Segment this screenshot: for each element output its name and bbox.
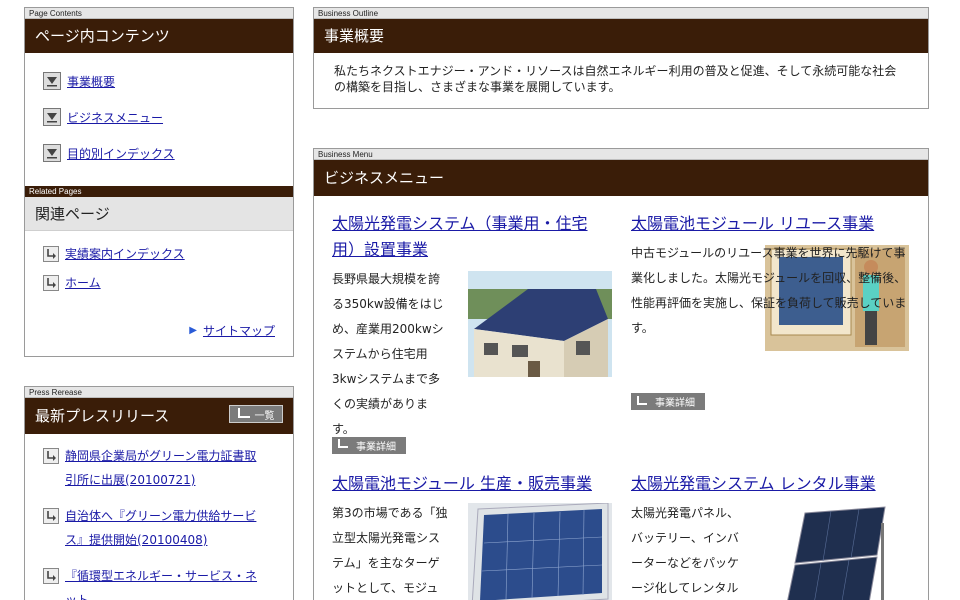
press-link[interactable]: 『循環型エネルギー・サービス・ネット bbox=[65, 564, 265, 600]
menu-item: 太陽電池モジュール 生産・販売事業 第3の市場である「独立型太陽光発電システム」… bbox=[332, 471, 612, 600]
return-arrow-icon bbox=[43, 448, 59, 464]
link-home[interactable]: ホーム bbox=[65, 274, 101, 291]
return-arrow-icon bbox=[43, 245, 59, 262]
press-item: 静岡県企業局がグリーン電力証書取引所に出展(20100721) bbox=[43, 444, 293, 492]
press-link[interactable]: 自治体へ『グリーン電力供給サービス』提供開始(20100408) bbox=[65, 504, 265, 552]
page-contents-list: 事業概要 ビジネスメニュー 目的別インデックス bbox=[25, 53, 293, 171]
module-production-photo bbox=[468, 503, 612, 600]
detail-button-label: 事業詳細 bbox=[655, 398, 695, 409]
page-contents-item: 目的別インデックス bbox=[43, 135, 293, 171]
sitemap-link-row: ▶ サイトマップ bbox=[189, 322, 275, 339]
menu-item-title[interactable]: 太陽電池モジュール リユース事業 bbox=[631, 211, 915, 237]
page-contents-tag: Page Contents bbox=[25, 8, 293, 19]
link-sitemap[interactable]: サイトマップ bbox=[203, 322, 275, 339]
press-box: Press Rerease 最新プレスリリース 一覧 静岡県企業局がグリーン電力… bbox=[24, 386, 294, 600]
rental-solar-photo bbox=[765, 503, 909, 600]
page-contents-item: ビジネスメニュー bbox=[43, 99, 293, 135]
press-list-button[interactable]: 一覧 bbox=[229, 405, 283, 423]
related-list: 実績案内インデックス ホーム bbox=[25, 231, 293, 297]
press-item: 自治体へ『グリーン電力供給サービス』提供開始(20100408) bbox=[43, 504, 293, 552]
arrow-down-icon bbox=[43, 72, 61, 90]
menu-item-content: 太陽光発電パネル、バッテリー、インバーターなどをパッケージ化してレンタルしてい bbox=[631, 501, 915, 600]
related-item: ホーム bbox=[43, 268, 293, 297]
return-arrow-icon bbox=[43, 274, 59, 291]
menu-item: 太陽光発電システム（事業用・住宅用）設置事業 長野県最大規模を誇る350kw設備… bbox=[332, 211, 612, 454]
menu-item-body: 第3の市場である「独立型太陽光発電システム」を主なターゲットとして、モジュールや bbox=[332, 506, 448, 595]
triangle-right-icon: ▶ bbox=[189, 325, 197, 336]
link-results-index[interactable]: 実績案内インデックス bbox=[65, 245, 185, 262]
outline-title: 事業概要 bbox=[314, 19, 928, 53]
link-purpose-index[interactable]: 目的別インデックス bbox=[67, 145, 175, 162]
detail-button[interactable]: 事業詳細 bbox=[631, 393, 705, 410]
menu-item-title[interactable]: 太陽光発電システム（事業用・住宅用）設置事業 bbox=[332, 211, 610, 263]
page-contents-item: 事業概要 bbox=[43, 63, 293, 99]
outline-box: Business Outline 事業概要 私たちネクストエナジー・アンド・リソ… bbox=[313, 7, 929, 109]
menu-item-body: 太陽光発電パネル、バッテリー、インバーターなどをパッケージ化してレンタルしてい bbox=[631, 506, 740, 595]
return-arrow-icon bbox=[43, 508, 59, 524]
press-list-button-label: 一覧 bbox=[254, 410, 275, 422]
menu-item: 太陽光発電システム レンタル事業 太陽光発電パネル、バッテリー、インバーターなど… bbox=[631, 471, 915, 600]
menu-item-body: 長野県最大規模を誇る350kw設備をはじめ、産業用200kwシステムから住宅用3… bbox=[332, 272, 444, 436]
press-header: 最新プレスリリース 一覧 bbox=[25, 398, 293, 434]
page-contents-box: Page Contents ページ内コンテンツ 事業概要 ビジネスメニュー 目的… bbox=[24, 7, 294, 357]
related-tag: Related Pages bbox=[25, 186, 293, 197]
menu-item-content: 中古モジュールのリユース事業を世界に先駆けて事業化しました。太陽光モジュールを回… bbox=[631, 241, 915, 401]
related-item: 実績案内インデックス bbox=[43, 239, 293, 268]
press-item: 『循環型エネルギー・サービス・ネット bbox=[43, 564, 293, 600]
press-link[interactable]: 静岡県企業局がグリーン電力証書取引所に出展(20100721) bbox=[65, 444, 265, 492]
outline-text: 私たちネクストエナジー・アンド・リソースは自然エネルギー利用の普及と促進、そして… bbox=[334, 64, 897, 94]
press-list: 静岡県企業局がグリーン電力証書取引所に出展(20100721) 自治体へ『グリー… bbox=[25, 434, 293, 600]
house-solar-photo bbox=[468, 271, 612, 377]
related-title: 関連ページ bbox=[25, 197, 293, 231]
page-contents-title: ページ内コンテンツ bbox=[25, 19, 293, 53]
menu-box: Business Menu ビジネスメニュー 太陽光発電システム（事業用・住宅用… bbox=[313, 148, 929, 600]
menu-item-title[interactable]: 太陽光発電システム レンタル事業 bbox=[631, 471, 915, 497]
return-arrow-icon bbox=[43, 568, 59, 584]
menu-item-content: 長野県最大規模を誇る350kw設備をはじめ、産業用200kwシステムから住宅用3… bbox=[332, 267, 612, 437]
return-arrow-icon bbox=[237, 407, 250, 418]
menu-item-content: 第3の市場である「独立型太陽光発電システム」を主なターゲットとして、モジュールや bbox=[332, 501, 612, 600]
menu-item-body: 中古モジュールのリユース事業を世界に先駆けて事業化しました。太陽光モジュールを回… bbox=[631, 246, 907, 335]
arrow-down-icon bbox=[43, 144, 61, 162]
outline-tag: Business Outline bbox=[314, 8, 928, 19]
menu-item-title[interactable]: 太陽電池モジュール 生産・販売事業 bbox=[332, 471, 612, 497]
related-section: Related Pages 関連ページ 実績案内インデックス ホーム ▶ サイト… bbox=[25, 186, 293, 338]
menu-item: 太陽電池モジュール リユース事業 中古モジュールのリユース事業を世界に先駆けて事… bbox=[631, 211, 915, 410]
menu-tag: Business Menu bbox=[314, 149, 928, 160]
menu-title: ビジネスメニュー bbox=[314, 160, 928, 196]
press-tag: Press Rerease bbox=[25, 387, 293, 398]
link-business-menu[interactable]: ビジネスメニュー bbox=[67, 109, 163, 126]
return-arrow-icon bbox=[637, 395, 647, 405]
arrow-down-icon bbox=[43, 108, 61, 126]
link-business-outline[interactable]: 事業概要 bbox=[67, 73, 115, 90]
